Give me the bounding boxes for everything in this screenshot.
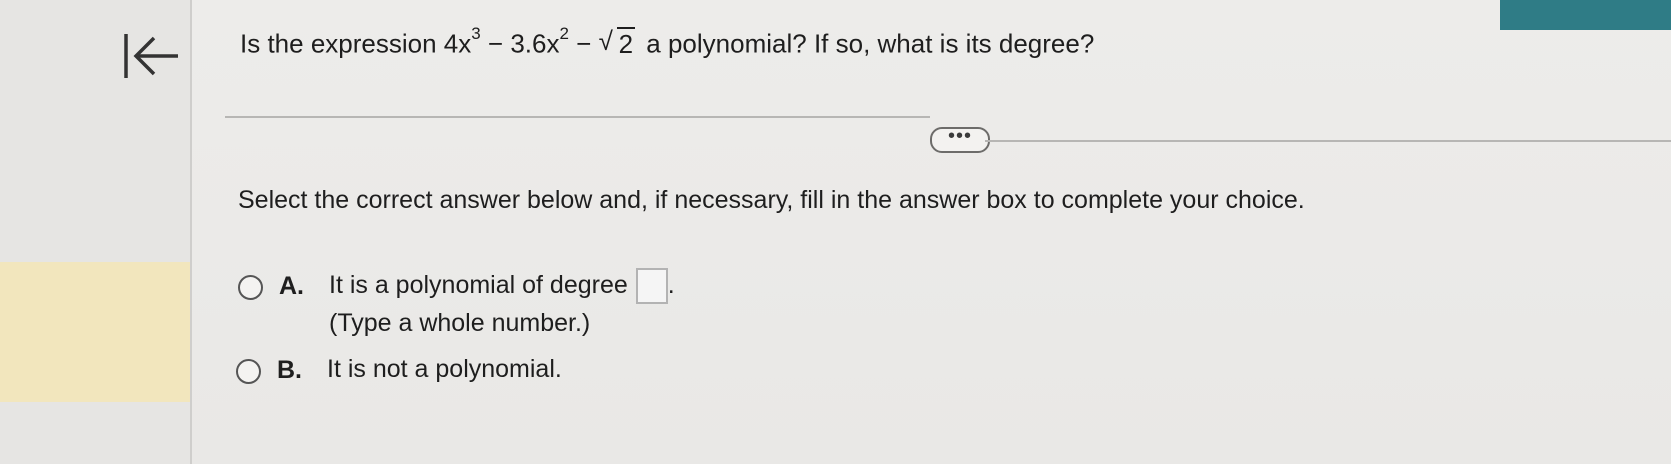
- question-suffix: a polynomial? If so, what is its degree?: [639, 28, 1095, 59]
- left-panel: [0, 0, 192, 464]
- option-a-letter: A.: [279, 272, 304, 300]
- option-a-line2: (Type a whole number.): [329, 309, 591, 338]
- more-options-button[interactable]: •••: [930, 126, 990, 153]
- option-a-text: It is a polynomial of degree. (Type a wh…: [329, 266, 675, 342]
- divider-right: [985, 140, 1671, 142]
- radicand: 2: [616, 26, 636, 59]
- question-middle: − 3.6x: [480, 28, 560, 59]
- option-b-letter: B.: [277, 356, 302, 384]
- first-page-arrow-icon: [124, 34, 178, 78]
- option-a-line1: It is a polynomial of degree: [329, 271, 628, 299]
- degree-answer-box[interactable]: [635, 268, 668, 305]
- divider-left: [225, 116, 930, 118]
- option-b[interactable]: B. It is not a polynomial.: [236, 355, 562, 388]
- top-accent-strip: [1500, 0, 1671, 30]
- instruction-text: Select the correct answer below and, if …: [238, 186, 1305, 214]
- option-a-period: .: [667, 271, 675, 299]
- left-panel-highlight: [0, 262, 190, 402]
- square-root: √ 2: [598, 25, 636, 60]
- option-b-radio[interactable]: [236, 359, 261, 384]
- question-exponent-2: 2: [559, 24, 569, 43]
- option-b-text: It is not a polynomial.: [327, 355, 562, 383]
- question-text: Is the expression 4x3 − 3.6x2 − √ 2 a pol…: [240, 24, 1095, 60]
- radical-sign: √: [598, 25, 613, 56]
- option-a-line1-row: It is a polynomial of degree.: [329, 266, 675, 305]
- first-question-button[interactable]: [122, 28, 182, 84]
- page: Is the expression 4x3 − 3.6x2 − √ 2 a pol…: [0, 0, 1671, 464]
- question-prefix: Is the expression 4x: [240, 28, 472, 59]
- question-exponent-1: 3: [471, 24, 481, 43]
- question-minus: −: [568, 28, 599, 59]
- option-a[interactable]: A. It is a polynomial of degree. (Type a…: [238, 268, 675, 342]
- option-a-radio[interactable]: [238, 275, 263, 300]
